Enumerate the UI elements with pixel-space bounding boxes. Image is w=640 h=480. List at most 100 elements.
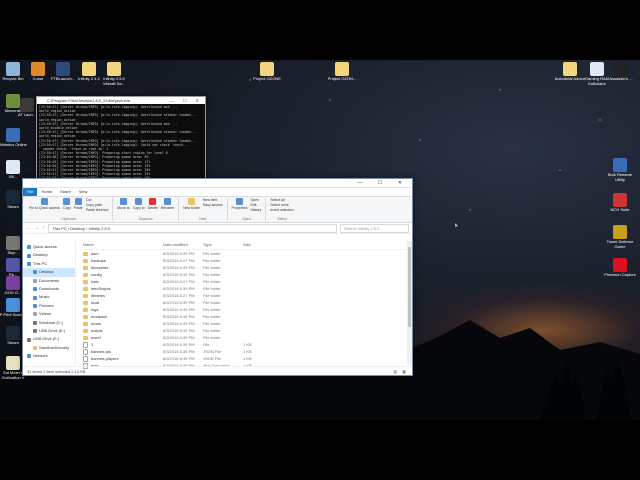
cmd-title-bar[interactable]: C:\Program Files\Java\jre1.8.0_91\bin\ja… bbox=[37, 97, 205, 104]
nav-item[interactable]: USB Drive (E:) bbox=[23, 327, 75, 335]
file-row[interactable]: banned-players 8/3/2016 6:39 PM JSON File 1… bbox=[79, 355, 412, 362]
file-row[interactable]: modpack 8/3/2016 6:39 PM File folder bbox=[79, 313, 412, 320]
desktop-icon-label: Project OZONE bbox=[253, 76, 281, 81]
column-date[interactable]: Date modified bbox=[163, 241, 203, 249]
paste-button[interactable]: Paste bbox=[74, 198, 83, 210]
paste-shortcut-button[interactable]: Paste shortcut bbox=[86, 208, 108, 213]
app-icon bbox=[6, 298, 20, 312]
nav-item[interactable]: Videos bbox=[23, 310, 75, 318]
easy-access-button[interactable]: Easy access bbox=[203, 203, 223, 208]
desktop-icon[interactable]: NCH Suite bbox=[603, 193, 637, 213]
explorer-title-bar[interactable]: — ☐ ✕ bbox=[23, 179, 412, 188]
desktop-icon[interactable]: Assassin's ... bbox=[604, 62, 638, 82]
file-row[interactable]: blueprints 8/3/2016 6:39 PM File folder bbox=[79, 264, 412, 271]
view-toggle[interactable]: ▤ ▦ bbox=[393, 367, 408, 375]
search-input[interactable]: Search Infinity 2.5.0 bbox=[340, 223, 409, 233]
file-row[interactable]: local 8/3/2016 6:39 PM File folder bbox=[79, 299, 412, 306]
column-headers: Name Date modified Type Size bbox=[79, 241, 412, 250]
nav-item[interactable]: This PC bbox=[23, 260, 75, 268]
file-size bbox=[243, 313, 273, 320]
folder-icon bbox=[83, 314, 88, 319]
file-row[interactable]: scripts 8/3/2016 6:39 PM File folder bbox=[79, 327, 412, 334]
file-row[interactable]: 1 8/3/2016 6:39 PM File 1 KB bbox=[79, 341, 412, 348]
file-row[interactable]: logs 8/3/2016 6:39 PM File folder bbox=[79, 306, 412, 313]
nav-item-label: Windows (C:) bbox=[39, 319, 64, 325]
window-controls[interactable]: — ☐ ✕ bbox=[358, 180, 409, 186]
nav-item[interactable]: USB Drive (E:) bbox=[23, 335, 75, 343]
group-label: Organize bbox=[138, 217, 153, 221]
history-button[interactable]: History bbox=[250, 208, 261, 213]
address-bar-row: ← → ↑ This PC › Desktop › Infinity 2.5.0… bbox=[23, 223, 412, 234]
file-row[interactable]: asm 8/3/2016 6:39 PM File folder bbox=[79, 250, 412, 257]
file-type: File folder bbox=[203, 272, 221, 277]
nav-item[interactable]: Music bbox=[23, 293, 75, 301]
address-bar[interactable]: This PC › Desktop › Infinity 2.5.0 bbox=[47, 223, 337, 233]
file-row[interactable]: world 8/3/2016 6:39 PM File folder bbox=[79, 334, 412, 341]
nav-item[interactable]: SandboxSecurity bbox=[23, 344, 75, 352]
file-name: blueprints bbox=[91, 265, 109, 270]
nav-item[interactable]: Downloads bbox=[23, 285, 75, 293]
file-type: File folder bbox=[203, 335, 221, 340]
nav-item[interactable]: Pictures bbox=[23, 302, 75, 310]
file-row[interactable]: mods 8/3/2016 6:39 PM File folder bbox=[79, 320, 412, 327]
file-explorer-window[interactable]: — ☐ ✕ File Home Share View Pin to Quick … bbox=[22, 178, 413, 376]
window-controls[interactable]: — ☐ ✕ bbox=[170, 97, 203, 104]
file-name-cell: modpack bbox=[79, 313, 163, 320]
move-icon bbox=[119, 198, 127, 205]
nav-item-label: Downloads bbox=[39, 286, 59, 292]
file-name-cell: libraries bbox=[79, 292, 163, 299]
copy-button[interactable]: Copy bbox=[63, 198, 71, 210]
tab-share[interactable]: Share bbox=[56, 188, 75, 196]
new-folder-button[interactable]: New folder bbox=[183, 198, 200, 210]
column-name[interactable]: Name bbox=[79, 241, 163, 249]
nav-item[interactable]: Network bbox=[23, 352, 75, 360]
scrollbar[interactable] bbox=[407, 241, 412, 365]
delete-button[interactable]: Delete bbox=[148, 198, 158, 210]
file-type: File bbox=[203, 342, 210, 347]
desktop-icon[interactable]: Project OZON... bbox=[325, 62, 359, 82]
invert-selection-button[interactable]: Invert selection bbox=[270, 208, 294, 213]
file-row[interactable]: hats 8/3/2016 6:27 PM File folder bbox=[79, 278, 412, 285]
scrollbar-thumb[interactable] bbox=[408, 247, 411, 327]
desktop-icon-label: Bulk Rename Utility bbox=[607, 172, 632, 182]
move-to-button[interactable]: Move to bbox=[117, 198, 130, 210]
up-icon[interactable]: ↑ bbox=[42, 225, 45, 231]
tab-home[interactable]: Home bbox=[37, 188, 56, 196]
rename-button[interactable]: Rename bbox=[161, 198, 174, 210]
properties-button[interactable]: Properties bbox=[232, 198, 247, 210]
desktop-icon[interactable]: Project OZONE bbox=[250, 62, 284, 82]
back-icon[interactable]: ← bbox=[26, 225, 31, 231]
rename-icon bbox=[163, 198, 171, 205]
nav-item[interactable]: Windows (C:) bbox=[23, 319, 75, 327]
file-row[interactable]: leecScripts 8/3/2016 6:39 PM File folder bbox=[79, 285, 412, 292]
file-name: logs bbox=[91, 307, 99, 312]
desktop-icon[interactable]: Tower Defense Game bbox=[603, 225, 637, 249]
file-row[interactable]: banned-ips 8/3/2016 6:39 PM JSON File 1 KB bbox=[79, 348, 412, 355]
file-date: 8/3/2016 6:27 PM bbox=[163, 293, 195, 298]
file-name: world bbox=[91, 335, 101, 340]
forward-icon[interactable]: → bbox=[34, 225, 39, 231]
nav-item[interactable]: Documents bbox=[23, 277, 75, 285]
nav-item[interactable]: Desktop bbox=[23, 251, 75, 259]
copy-to-button[interactable]: Copy to bbox=[133, 198, 145, 210]
app-icon bbox=[6, 356, 20, 370]
file-rows: asm 8/3/2016 6:39 PM File folder backups 8/3… bbox=[79, 250, 412, 369]
pin-quick-access-button[interactable]: Pin to Quick access bbox=[29, 198, 60, 210]
nav-item[interactable]: Quick access bbox=[23, 243, 75, 251]
desktop-icon[interactable]: Infinity 2.5.0 Vbkraft Sa... bbox=[97, 62, 131, 86]
desktop-icon[interactable]: Bli... bbox=[0, 160, 30, 180]
file-row[interactable]: libraries 8/3/2016 6:27 PM File folder bbox=[79, 292, 412, 299]
tab-view[interactable]: View bbox=[75, 188, 92, 196]
file-row[interactable]: backups 8/3/2016 6:27 PM File folder bbox=[79, 257, 412, 264]
file-type: File folder bbox=[203, 307, 221, 312]
column-size[interactable]: Size bbox=[243, 241, 273, 249]
file-size: 1 KB bbox=[243, 349, 252, 354]
desktop-icon-label: Infinity 2.5.0 Vbkraft Sa... bbox=[102, 76, 125, 86]
nav-item[interactable]: Desktop bbox=[23, 268, 75, 277]
desktop-icon[interactable]: Pixelmon Capture bbox=[603, 258, 637, 278]
desktop-icon[interactable]: Bulk Rename Utility bbox=[603, 158, 637, 182]
file-row[interactable]: config 8/3/2016 6:39 PM File folder bbox=[79, 271, 412, 278]
tab-file[interactable]: File bbox=[23, 188, 38, 196]
desktop-icon[interactable]: Athletics Online bbox=[0, 128, 30, 148]
column-type[interactable]: Type bbox=[203, 241, 243, 249]
